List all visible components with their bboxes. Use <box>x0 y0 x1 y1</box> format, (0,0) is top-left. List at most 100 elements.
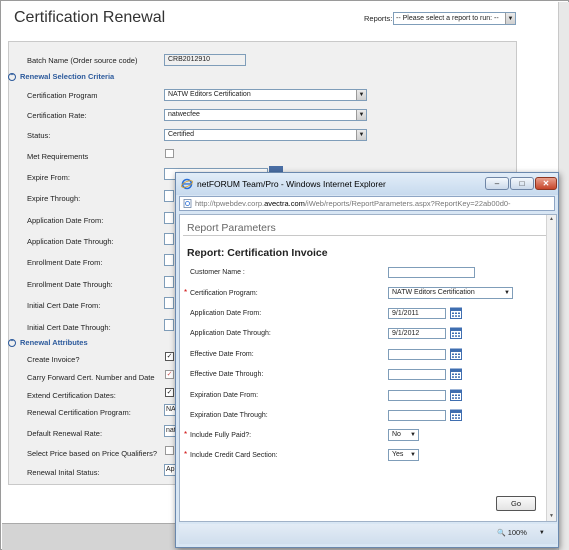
section-title: Renewal Selection Criteria <box>20 72 115 81</box>
minimize-button[interactable]: – <box>485 177 509 190</box>
application-date-through-field[interactable] <box>164 233 174 245</box>
effective-date-from-label: Effective Date From: <box>190 351 254 358</box>
required-marker: * <box>184 430 188 439</box>
popup-scrollbar[interactable]: ▲ ▼ <box>546 215 556 521</box>
batch-name-label: Batch Name (Order source code) <box>27 56 138 65</box>
expiration-date-from-input[interactable] <box>388 390 446 401</box>
calendar-icon[interactable] <box>450 368 462 380</box>
close-button[interactable]: ✕ <box>535 177 557 190</box>
include-fully-paid-select[interactable]: No ▼ <box>388 429 419 441</box>
status-bar: 🔍 100% ▼ <box>179 524 557 544</box>
effective-date-through-label: Effective Date Through: <box>190 371 264 378</box>
chevron-down-icon[interactable]: ▼ <box>356 130 366 140</box>
certification-rate-select[interactable]: natwecfee ▼ <box>164 109 367 121</box>
reports-select-value: -- Please select a report to run: -- <box>396 15 499 22</box>
calendar-icon[interactable] <box>450 409 462 421</box>
maximize-button[interactable]: □ <box>510 177 534 190</box>
enrollment-date-from-field[interactable] <box>164 254 174 266</box>
expiration-date-from-label: Expiration Date From: <box>190 392 259 399</box>
extend-dates-checkbox[interactable]: ✓ <box>165 388 174 397</box>
window-title: netFORUM Team/Pro - Windows Internet Exp… <box>197 179 386 189</box>
section-renewal-attributes[interactable]: ⌃ Renewal Attributes <box>8 338 88 347</box>
effective-date-from-input[interactable] <box>388 349 446 360</box>
initial-cert-date-through-label: Initial Cert Date Through: <box>27 323 111 332</box>
enrollment-date-through-label: Enrollment Date Through: <box>27 280 113 289</box>
create-invoice-checkbox[interactable]: ✓ <box>165 352 174 361</box>
required-marker: * <box>184 450 188 459</box>
page-title: Certification Renewal <box>14 9 166 26</box>
section-renewal-selection-criteria[interactable]: ⌃ Renewal Selection Criteria <box>8 72 114 81</box>
create-invoice-label: Create Invoice? <box>27 355 80 364</box>
calendar-icon[interactable] <box>450 307 462 319</box>
enrollment-date-through-field[interactable] <box>164 276 174 288</box>
enrollment-date-from-label: Enrollment Date From: <box>27 258 103 267</box>
renewal-program-label: Renewal Certification Program: <box>27 408 131 417</box>
zoom-control[interactable]: 🔍 100% ▼ <box>497 528 545 537</box>
status-select[interactable]: Certified ▼ <box>164 129 367 141</box>
collapse-icon[interactable]: ⌃ <box>8 72 16 81</box>
chevron-down-icon[interactable]: ▼ <box>356 110 366 120</box>
calendar-icon[interactable] <box>450 348 462 360</box>
carry-forward-checkbox[interactable]: ✓ <box>165 370 174 379</box>
customer-name-input[interactable] <box>388 267 475 278</box>
application-date-from-field[interactable] <box>164 212 174 224</box>
calendar-icon[interactable] <box>450 389 462 401</box>
initial-status-label: Renewal Inital Status: <box>27 468 100 477</box>
effective-date-through-input[interactable] <box>388 369 446 380</box>
heading-divider <box>183 235 548 236</box>
application-date-through-label: Application Date Through: <box>27 237 114 246</box>
collapse-icon[interactable]: ⌃ <box>8 338 16 347</box>
carry-forward-label: Carry Forward Cert. Number and Date <box>27 373 155 382</box>
scroll-down-icon[interactable]: ▼ <box>547 512 556 521</box>
met-requirements-checkbox[interactable] <box>165 149 174 158</box>
application-date-through-input[interactable]: 9/1/2012 <box>388 328 446 339</box>
certification-program-select[interactable]: NATW Editors Certification ▼ <box>164 89 367 101</box>
initial-cert-date-from-label: Initial Cert Date From: <box>27 301 101 310</box>
page-icon <box>183 199 192 208</box>
section-title: Renewal Attributes <box>20 338 88 347</box>
expiration-date-through-label: Expiration Date Through: <box>190 412 268 419</box>
select-value: Certified <box>168 131 195 138</box>
default-rate-label: Default Renewal Rate: <box>27 429 103 438</box>
certification-program-select[interactable]: NATW Editors Certification ▼ <box>388 287 513 299</box>
include-credit-card-label: Include Credit Card Section: <box>190 452 278 459</box>
chevron-down-icon[interactable]: ▼ <box>539 530 545 536</box>
select-value: NATW Editors Certification <box>392 289 475 296</box>
chevron-down-icon[interactable]: ▼ <box>410 432 416 438</box>
select-value: NATW Editors Certification <box>168 91 251 98</box>
certification-program-label: Certification Program <box>27 91 98 100</box>
url-prefix: http://tpwebdev.corp. <box>195 199 265 208</box>
include-credit-card-select[interactable]: Yes ▼ <box>388 449 419 461</box>
application-date-from-input[interactable]: 9/1/2011 <box>388 308 446 319</box>
select-price-label: Select Price based on Price Qualifiers? <box>27 449 158 458</box>
select-price-checkbox[interactable] <box>165 446 174 455</box>
scroll-up-icon[interactable]: ▲ <box>547 215 556 224</box>
report-title: Report: Certification Invoice <box>187 247 328 259</box>
batch-name-field[interactable]: CRB2012910 <box>164 54 246 66</box>
address-bar[interactable]: http://tpwebdev.corp.avectra.com/iWeb/re… <box>179 196 555 211</box>
chevron-down-icon[interactable]: ▼ <box>505 13 515 24</box>
window-titlebar[interactable]: netFORUM Team/Pro - Windows Internet Exp… <box>176 173 558 195</box>
extend-dates-label: Extend Certification Dates: <box>27 391 116 400</box>
chevron-down-icon[interactable]: ▼ <box>356 90 366 100</box>
url-domain: avectra.com <box>264 199 305 208</box>
certification-rate-label: Certification Rate: <box>27 111 87 120</box>
expire-from-label: Expire From: <box>27 173 70 182</box>
go-button[interactable]: Go <box>496 496 536 511</box>
report-parameters-window: netFORUM Team/Pro - Windows Internet Exp… <box>175 172 559 548</box>
report-parameters-page: Report Parameters Report: Certification … <box>179 214 557 522</box>
expiration-date-through-input[interactable] <box>388 410 446 421</box>
chevron-down-icon[interactable]: ▼ <box>504 290 510 296</box>
address-url[interactable]: http://tpwebdev.corp.avectra.com/iWeb/re… <box>195 199 511 208</box>
expire-through-field[interactable] <box>164 190 174 202</box>
page-scrollbar[interactable] <box>558 2 569 550</box>
select-value: natwecfee <box>168 111 200 118</box>
ie-logo-icon <box>181 178 193 190</box>
initial-cert-date-from-field[interactable] <box>164 297 174 309</box>
reports-select[interactable]: -- Please select a report to run: -- ▼ <box>393 12 516 25</box>
initial-cert-date-through-field[interactable] <box>164 319 174 331</box>
calendar-icon[interactable] <box>450 327 462 339</box>
zoom-icon: 🔍 <box>497 529 506 537</box>
include-fully-paid-label: Include Fully Paid?: <box>190 432 252 439</box>
chevron-down-icon[interactable]: ▼ <box>410 452 416 458</box>
